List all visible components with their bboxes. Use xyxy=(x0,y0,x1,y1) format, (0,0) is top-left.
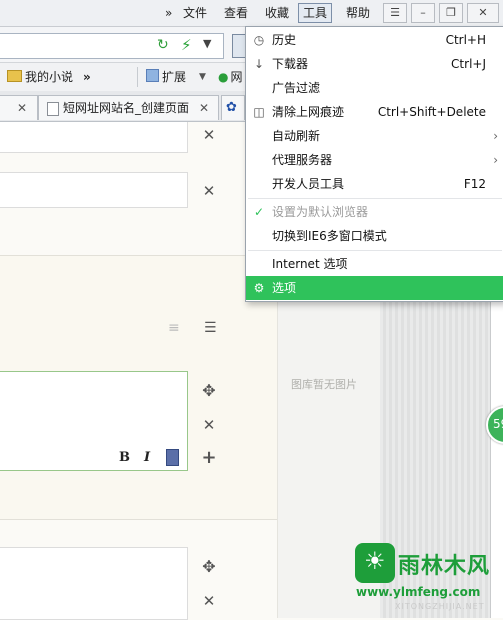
close-icon[interactable]: ✕ xyxy=(17,96,27,120)
image-insert-icon[interactable] xyxy=(166,449,179,466)
close-icon[interactable]: ✕ xyxy=(199,96,209,120)
restore-button[interactable]: ❐ xyxy=(439,3,463,23)
menu-help[interactable]: 帮助 xyxy=(342,4,374,22)
bold-button[interactable]: B xyxy=(119,450,130,465)
lightning-icon[interactable]: ⚡ xyxy=(181,36,192,54)
watermark-url: www.ylmfeng.com xyxy=(356,585,481,599)
tools-menu: ◷ 历史 Ctrl+H ↓ 下载器 Ctrl+J 广告过滤 ◫ 清除上网痕迹 C… xyxy=(245,26,503,302)
text-field[interactable] xyxy=(0,122,188,153)
favorites-more-chevron[interactable]: » xyxy=(83,69,91,85)
ordered-list-icon[interactable]: ≡ xyxy=(168,320,180,336)
menu-item-internet-options[interactable]: Internet 选项 xyxy=(246,252,503,276)
watermark-sub: XITONGZHIJIA.NET xyxy=(395,602,485,611)
menu-bar: » 文件 查看 收藏 工具 帮助 ☰ – ❐ ✕ xyxy=(0,0,503,27)
tab-title: 短网址网站名_创建页面 xyxy=(63,101,190,115)
paw-icon: ✿ xyxy=(226,100,237,115)
menu-item-options[interactable]: ⚙ 选项 xyxy=(246,276,503,300)
download-arrow-icon: ↓ xyxy=(253,57,265,71)
menu-item-history[interactable]: ◷ 历史 Ctrl+H xyxy=(246,28,503,52)
menu-item-proxy[interactable]: 代理服务器 › xyxy=(246,148,503,172)
logo-icon: ☀ xyxy=(355,543,395,583)
menu-item-dev-tools[interactable]: 开发人员工具 F12 xyxy=(246,172,503,196)
menu-separator xyxy=(248,198,502,199)
menu-view[interactable]: 查看 xyxy=(220,4,252,22)
extensions-button[interactable]: 扩展 xyxy=(146,69,186,85)
menu-item-auto-refresh[interactable]: 自动刷新 › xyxy=(246,124,503,148)
chevron-down-icon[interactable]: ▼ xyxy=(199,69,206,85)
favorite-item-label: 网 xyxy=(230,70,243,84)
checkmark-icon: ✓ xyxy=(253,205,265,219)
folder-icon xyxy=(7,70,22,82)
menu-overflow-chevron[interactable]: » xyxy=(161,4,176,22)
move-icon[interactable]: ✥ xyxy=(201,381,217,400)
menu-item-clear-traces[interactable]: ◫ 清除上网痕迹 Ctrl+Shift+Delete xyxy=(246,100,503,124)
menu-item-ad-filter[interactable]: 广告过滤 xyxy=(246,76,503,100)
favorite-item-net[interactable]: ● 网 xyxy=(218,69,243,85)
add-icon[interactable]: + xyxy=(201,447,217,468)
grid-icon xyxy=(146,69,159,82)
menu-item-set-default-browser: ✓ 设置为默认浏览器 xyxy=(246,200,503,224)
favorite-folder-novels[interactable]: 我的小说 xyxy=(7,69,73,85)
menu-favorites[interactable]: 收藏 xyxy=(261,4,293,22)
refresh-icon[interactable]: ↻ xyxy=(157,37,169,53)
remove-icon[interactable]: ✕ xyxy=(201,182,217,200)
close-window-button[interactable]: ✕ xyxy=(467,3,499,23)
chevron-down-icon[interactable]: ▼ xyxy=(203,37,211,50)
empty-image-text: 图库暂无图片 xyxy=(291,378,357,391)
menu-separator xyxy=(248,250,502,251)
menu-file[interactable]: 文件 xyxy=(179,4,211,22)
remove-icon[interactable]: ✕ xyxy=(201,126,217,144)
favorite-folder-label: 我的小说 xyxy=(25,70,74,84)
chevron-right-icon: › xyxy=(493,129,498,143)
shield-icon: ● xyxy=(218,70,229,84)
clock-icon: ◷ xyxy=(253,33,265,47)
skin-icon[interactable]: ☰ xyxy=(383,3,407,23)
remove-icon[interactable]: ✕ xyxy=(201,592,217,610)
move-icon[interactable]: ✥ xyxy=(201,557,217,576)
watermark-brand: 雨林木风 xyxy=(398,554,491,579)
chevron-right-icon: › xyxy=(493,153,498,167)
scrollbar[interactable] xyxy=(490,300,503,618)
menu-item-ie6-mode[interactable]: 切换到IE6多窗口模式 xyxy=(246,224,503,248)
rich-text-editor[interactable] xyxy=(0,371,188,471)
menu-tools[interactable]: 工具 xyxy=(298,3,333,23)
search-engine-icon[interactable] xyxy=(232,34,246,58)
divider xyxy=(137,67,138,87)
menu-item-downloader[interactable]: ↓ 下载器 Ctrl+J xyxy=(246,52,503,76)
tab-create-page[interactable]: 短网址网站名_创建页面 ✕ xyxy=(38,95,219,120)
remove-icon[interactable]: ✕ xyxy=(201,416,217,434)
page-icon xyxy=(47,102,59,116)
tab-previous[interactable]: ✕ xyxy=(0,95,38,120)
badge-count: 59 xyxy=(493,417,503,431)
unordered-list-icon[interactable]: ☰ xyxy=(204,320,217,336)
extensions-label: 扩展 xyxy=(162,70,187,84)
trash-icon: ◫ xyxy=(253,105,265,119)
italic-button[interactable]: I xyxy=(144,450,150,465)
gear-icon: ⚙ xyxy=(253,281,265,295)
minimize-button[interactable]: – xyxy=(411,3,435,23)
text-field[interactable] xyxy=(0,172,188,208)
tab-paw[interactable]: ✿ xyxy=(221,95,245,120)
text-field[interactable] xyxy=(0,547,188,620)
